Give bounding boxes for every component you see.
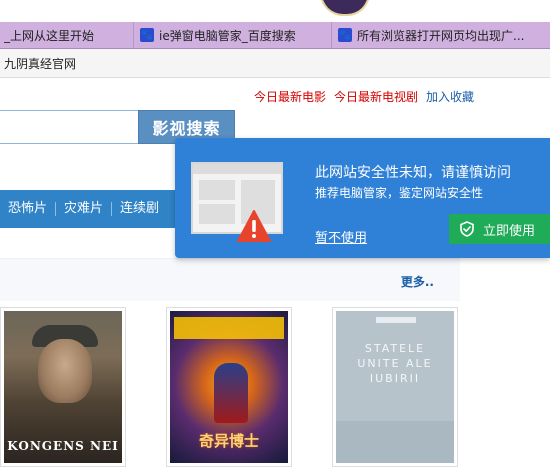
latest-tv-link[interactable]: 今日最新电视剧 — [334, 88, 418, 105]
add-favorite-link[interactable]: 加入收藏 — [426, 88, 474, 105]
tab-label: _上网从这里开始 — [4, 28, 95, 43]
shield-check-icon — [460, 221, 474, 237]
poster-art — [336, 421, 454, 463]
search-input[interactable] — [0, 110, 138, 144]
poster-title: STATELE UNITE ALE IUBIRII — [357, 342, 433, 385]
warning-icon — [237, 210, 271, 242]
popup-headline: 此网站安全性未知，请谨慎访问 — [315, 165, 511, 181]
dismiss-link[interactable]: 暂不使用 — [315, 227, 367, 246]
latest-movies-link[interactable]: 今日最新电影 — [254, 88, 326, 105]
illustration-titlebar — [193, 164, 281, 174]
top-links: 今日最新电影 今日最新电视剧 加入收藏 — [254, 88, 474, 105]
section-header: 更多.. — [0, 258, 460, 301]
paw-icon: 🐾 — [338, 28, 352, 42]
poster-title: 奇异博士 — [198, 432, 259, 450]
use-now-label: 立即使用 — [483, 223, 536, 239]
illustration-block — [199, 204, 235, 224]
poster-image: 奇异博士 — [170, 311, 288, 463]
movie-poster[interactable]: KONGENS NEI — [0, 307, 126, 467]
tab-label: 所有浏览器打开网页均出现广... — [357, 28, 525, 43]
use-now-button[interactable]: 立即使用 — [449, 214, 550, 244]
tab-strip: _上网从这里开始 🐾 ie弹窗电脑管家_百度搜索 🐾 所有浏览器打开网页均出现广… — [0, 22, 550, 49]
category-disaster[interactable]: 灾难片 — [56, 202, 113, 216]
movie-poster[interactable]: 奇异博士 — [166, 307, 292, 467]
tab-baidu-search[interactable]: 🐾 ie弹窗电脑管家_百度搜索 — [134, 22, 332, 48]
movie-poster[interactable]: STATELE UNITE ALE IUBIRII — [332, 307, 458, 467]
tab-home[interactable]: _上网从这里开始 — [0, 22, 134, 48]
category-series[interactable]: 连续剧 — [112, 202, 167, 216]
poster-title: KONGENS NEI — [7, 439, 119, 453]
more-link[interactable]: 更多.. — [401, 273, 434, 290]
poster-art — [214, 363, 248, 423]
security-warning-popup: 此网站安全性未知，请谨慎访问 推荐电脑管家，鉴定网站安全性 暂不使用 立即使用 — [175, 138, 550, 258]
user-avatar[interactable] — [320, 0, 370, 16]
illustration-block — [199, 180, 235, 200]
browser-window-illustration — [191, 162, 283, 242]
bookmark-jiuyin[interactable]: 九阴真经官网 — [0, 55, 76, 72]
category-horror[interactable]: 恐怖片 — [0, 202, 57, 216]
poster-art — [38, 339, 92, 403]
tab-browser-ads[interactable]: 🐾 所有浏览器打开网页均出现广... — [332, 22, 550, 48]
tab-label: ie弹窗电脑管家_百度搜索 — [159, 28, 296, 43]
popup-subline: 推荐电脑管家，鉴定网站安全性 — [315, 186, 484, 200]
paw-icon: 🐾 — [140, 28, 154, 42]
poster-image: STATELE UNITE ALE IUBIRII — [336, 311, 454, 463]
poster-logo — [376, 317, 416, 323]
bookmarks-bar: 九阴真经官网 — [0, 49, 550, 78]
poster-image: KONGENS NEI — [4, 311, 122, 463]
poster-banner — [174, 317, 284, 339]
